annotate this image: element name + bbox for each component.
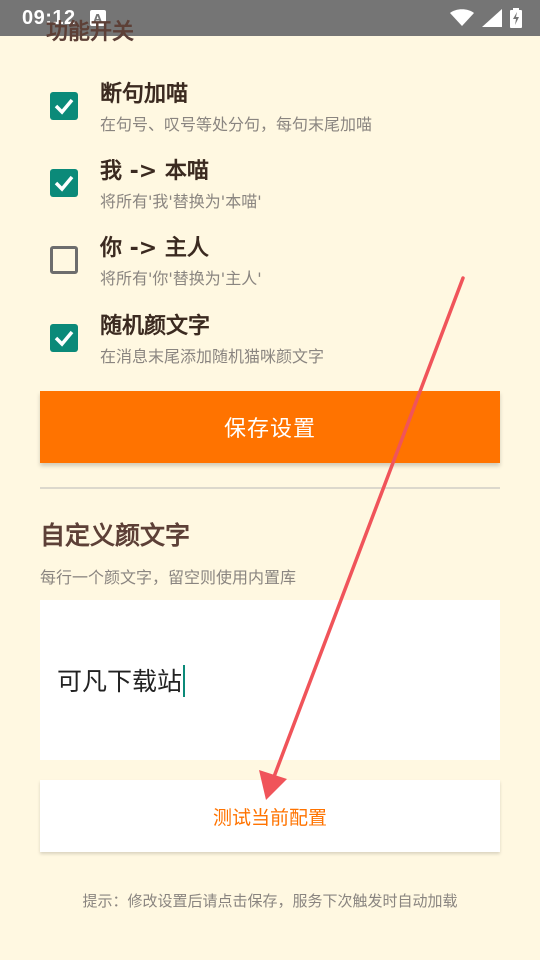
custom-kaomoji-input[interactable]: 可凡下载站 (40, 600, 500, 760)
settings-content: 功能开关 断句加喵 在句号、叹号等处分句，每句末尾加喵 我 -> 本喵 将所有'… (0, 20, 540, 960)
footer-tip: 提示：修改设置后请点击保存，服务下次触发时自动加载 (82, 892, 458, 910)
text-cursor (183, 665, 186, 697)
option-title: 我 -> 本喵 (100, 159, 209, 184)
custom-kaomoji-title: 自定义颜文字 (40, 521, 191, 550)
custom-kaomoji-hint: 每行一个颜文字，留空则使用内置库 (40, 568, 297, 587)
test-config-button[interactable]: 测试当前配置 (40, 780, 500, 852)
option-title: 随机颜文字 (100, 314, 211, 339)
status-icons (450, 8, 522, 28)
check-icon (54, 175, 74, 192)
check-icon (54, 98, 74, 115)
input-value-wrapper: 可凡下载站 (57, 662, 186, 698)
option-you-to-master[interactable]: 你 -> 主人 将所有'你'替换为'主人' (40, 230, 500, 300)
option-sentence-meow[interactable]: 断句加喵 在句号、叹号等处分句，每句末尾加喵 (40, 76, 500, 146)
option-desc: 在句号、叹号等处分句，每句末尾加喵 (100, 115, 373, 134)
wifi-icon (450, 9, 474, 26)
option-title: 你 -> 主人 (100, 236, 209, 261)
option-random-kaomoji[interactable]: 随机颜文字 在消息末尾添加随机猫咪颜文字 (40, 308, 500, 378)
option-i-to-benmiao[interactable]: 我 -> 本喵 将所有'我'替换为'本喵' (40, 153, 500, 223)
input-value: 可凡下载站 (57, 667, 183, 696)
section-title-cut: 功能开关 (46, 20, 135, 45)
battery-charging-icon (510, 8, 522, 28)
checkbox-i-to-benmiao[interactable] (50, 169, 78, 197)
save-settings-button[interactable]: 保存设置 (40, 391, 500, 463)
checkbox-sentence-meow[interactable] (50, 92, 78, 120)
option-desc: 将所有'你'替换为'主人' (100, 269, 262, 288)
divider (40, 487, 500, 489)
signal-icon (482, 9, 502, 27)
checkbox-you-to-master[interactable] (50, 246, 78, 274)
check-icon (54, 330, 74, 347)
option-title: 断句加喵 (100, 82, 189, 107)
option-desc: 在消息末尾添加随机猫咪颜文字 (100, 347, 325, 366)
checkbox-random-kaomoji[interactable] (50, 324, 78, 352)
option-desc: 将所有'我'替换为'本喵' (100, 192, 262, 211)
